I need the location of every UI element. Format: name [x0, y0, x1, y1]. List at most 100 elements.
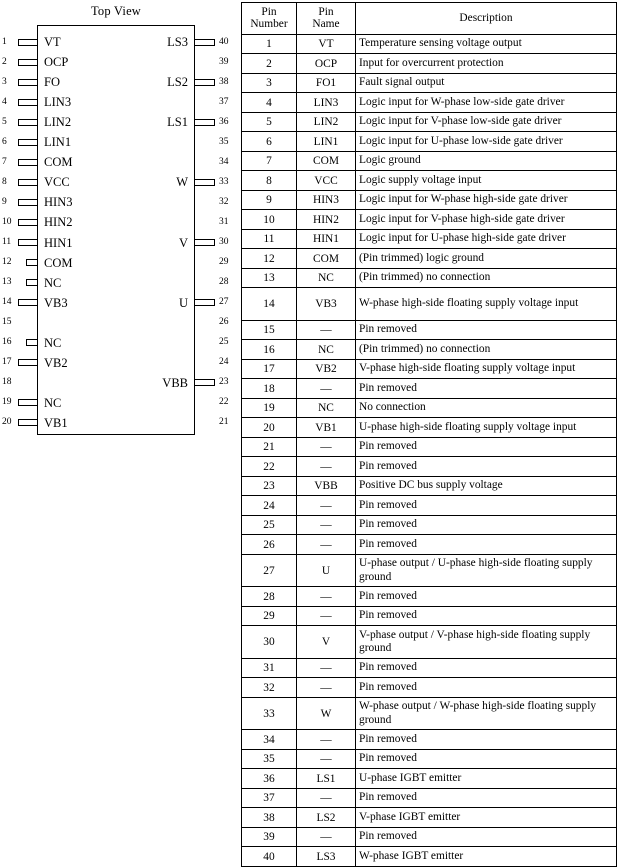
pin-number-30: 30 — [219, 237, 229, 247]
cell-pin-description: V-phase high-side floating supply voltag… — [355, 358, 617, 380]
cell-pin-number: 20 — [241, 417, 297, 438]
cell-pin-number: 31 — [241, 657, 297, 679]
cell-pin-name: — — [296, 436, 356, 458]
pin-lead-23 — [193, 379, 215, 387]
cell-pin-name: — — [296, 319, 356, 341]
pin-label-13: NC — [44, 275, 62, 290]
table-row: 30 V V-phase output / V-phase high-side fl… — [241, 625, 617, 659]
pin-lead-19 — [18, 399, 39, 407]
pin-label-19: NC — [44, 395, 62, 410]
cell-pin-number: 29 — [241, 605, 297, 627]
table-row: 28— Pin removed — [241, 586, 617, 607]
pin-label-23: VBB — [162, 375, 188, 390]
cell-pin-number: 2 — [241, 53, 297, 74]
table-row: 20 VB1 U-phase high-side floating supply v… — [241, 417, 617, 438]
cell-pin-description: Pin removed — [355, 826, 617, 848]
cell-pin-name: LS2 — [296, 807, 356, 828]
table-row: 14 VB3 W-phase high-side floating supply v… — [241, 287, 617, 321]
cell-pin-number: 7 — [241, 150, 297, 172]
cell-pin-description: (Pin trimmed) logic ground — [355, 248, 617, 269]
pin-number-14: 14 — [2, 297, 12, 308]
pin-label-20: VB1 — [44, 415, 68, 430]
cell-pin-name: LIN1 — [296, 131, 356, 152]
pin-lead-2 — [18, 58, 39, 66]
table-row: 38 LS2 V-phase IGBT emitter — [241, 807, 617, 828]
cell-pin-name: HIN3 — [296, 189, 356, 211]
table-row: 7 COM Logic ground — [241, 150, 617, 172]
pin-label-3: FO — [44, 75, 60, 90]
cell-pin-number: 17 — [241, 358, 297, 380]
cell-pin-name: — — [296, 378, 356, 399]
table-row: 17 VB2 V-phase high-side floating supply v… — [241, 358, 617, 380]
pin-number-26: 26 — [219, 317, 229, 328]
pin-number-19: 19 — [2, 397, 12, 408]
cell-pin-number: 19 — [241, 397, 297, 419]
cell-pin-name: — — [296, 586, 356, 607]
table-row: 1 VT Temperature sensing voltage output — [241, 33, 617, 55]
table-row: 40 LS3 W-phase IGBT emitter — [241, 846, 617, 867]
pin-number-8: 8 — [2, 176, 7, 187]
pin-number-23: 23 — [219, 377, 229, 388]
cell-pin-name: VBB — [296, 475, 356, 497]
cell-pin-description: Pin removed — [355, 586, 617, 607]
cell-pin-number: 13 — [241, 267, 297, 289]
pin-label-12: COM — [44, 255, 73, 270]
cell-pin-description: Logic input for U-phase low-side gate dr… — [355, 131, 617, 152]
header-pin-number: Pin Number — [241, 2, 297, 35]
cell-pin-number: 25 — [241, 514, 297, 536]
cell-pin-description: W-phase output / W-phase high-side float… — [355, 696, 617, 731]
pin-label-8: VCC — [44, 175, 70, 190]
cell-pin-number: 9 — [241, 189, 297, 211]
cell-pin-number: 38 — [241, 807, 297, 828]
cell-pin-name: LIN2 — [296, 111, 356, 133]
pin-lead-5 — [18, 118, 39, 126]
cell-pin-number: 21 — [241, 436, 297, 458]
cell-pin-description: Input for overcurrent protection — [355, 53, 617, 74]
pin-label-33: W — [176, 175, 188, 190]
pin-number-31: 31 — [219, 216, 229, 227]
pin-number-34: 34 — [219, 156, 229, 167]
cell-pin-name: NC — [296, 267, 356, 289]
pin-number-20: 20 — [2, 417, 12, 428]
cell-pin-number: 26 — [241, 534, 297, 555]
cell-pin-name: — — [296, 748, 356, 770]
pin-number-13: 13 — [2, 277, 12, 288]
table-row: 10 HIN2 Logic input for V-phase high-side … — [241, 209, 617, 230]
pin-lead-27 — [193, 299, 215, 307]
table-row: 11 HIN1 Logic input for U-phase high-side … — [241, 228, 617, 250]
table-row: 5 LIN2 Logic input for V-phase low-side ga… — [241, 111, 617, 133]
cell-pin-number: 18 — [241, 378, 297, 399]
cell-pin-number: 22 — [241, 456, 297, 477]
cell-pin-number: 34 — [241, 729, 297, 750]
pin-number-25: 25 — [219, 337, 229, 348]
table-row: 9 HIN3 Logic input for W-phase high-side g… — [241, 189, 617, 211]
pin-label-4: LIN3 — [44, 95, 72, 110]
pin-number-21: 21 — [219, 417, 229, 428]
cell-pin-number: 35 — [241, 748, 297, 770]
pin-lead-1 — [18, 38, 39, 46]
cell-pin-description: Logic input for W-phase high-side gate d… — [355, 189, 617, 211]
cell-pin-description: Pin removed — [355, 729, 617, 750]
table-row: 2 OCP Input for overcurrent protection — [241, 53, 617, 74]
cell-pin-description: Pin removed — [355, 495, 617, 516]
table-row: 6 LIN1 Logic input for U-phase low-side ga… — [241, 131, 617, 152]
pin-lead-8 — [18, 178, 39, 186]
pin-number-2: 2 — [2, 56, 7, 67]
table-row: 27 U U-phase output / U-phase high-side fl… — [241, 553, 617, 588]
cell-pin-number: 1 — [241, 33, 297, 55]
cell-pin-name: — — [296, 729, 356, 750]
pin-number-10: 10 — [2, 216, 12, 227]
table-row: 33 W W-phase output / W-phase high-side fl… — [241, 696, 617, 731]
cell-pin-name: NC — [296, 397, 356, 419]
cell-pin-number: 4 — [241, 92, 297, 113]
pin-number-1: 1 — [2, 36, 7, 47]
table-row: 35— Pin removed — [241, 748, 617, 770]
cell-pin-name: — — [296, 657, 356, 679]
pin-label-7: COM — [44, 155, 73, 170]
cell-pin-description: Fault signal output — [355, 72, 617, 94]
pin-number-3: 3 — [2, 76, 7, 87]
pin-number-7: 7 — [2, 156, 7, 167]
pin-lead-6 — [18, 138, 39, 146]
pin-label-9: HIN3 — [44, 195, 73, 210]
pin-number-12: 12 — [2, 257, 12, 268]
